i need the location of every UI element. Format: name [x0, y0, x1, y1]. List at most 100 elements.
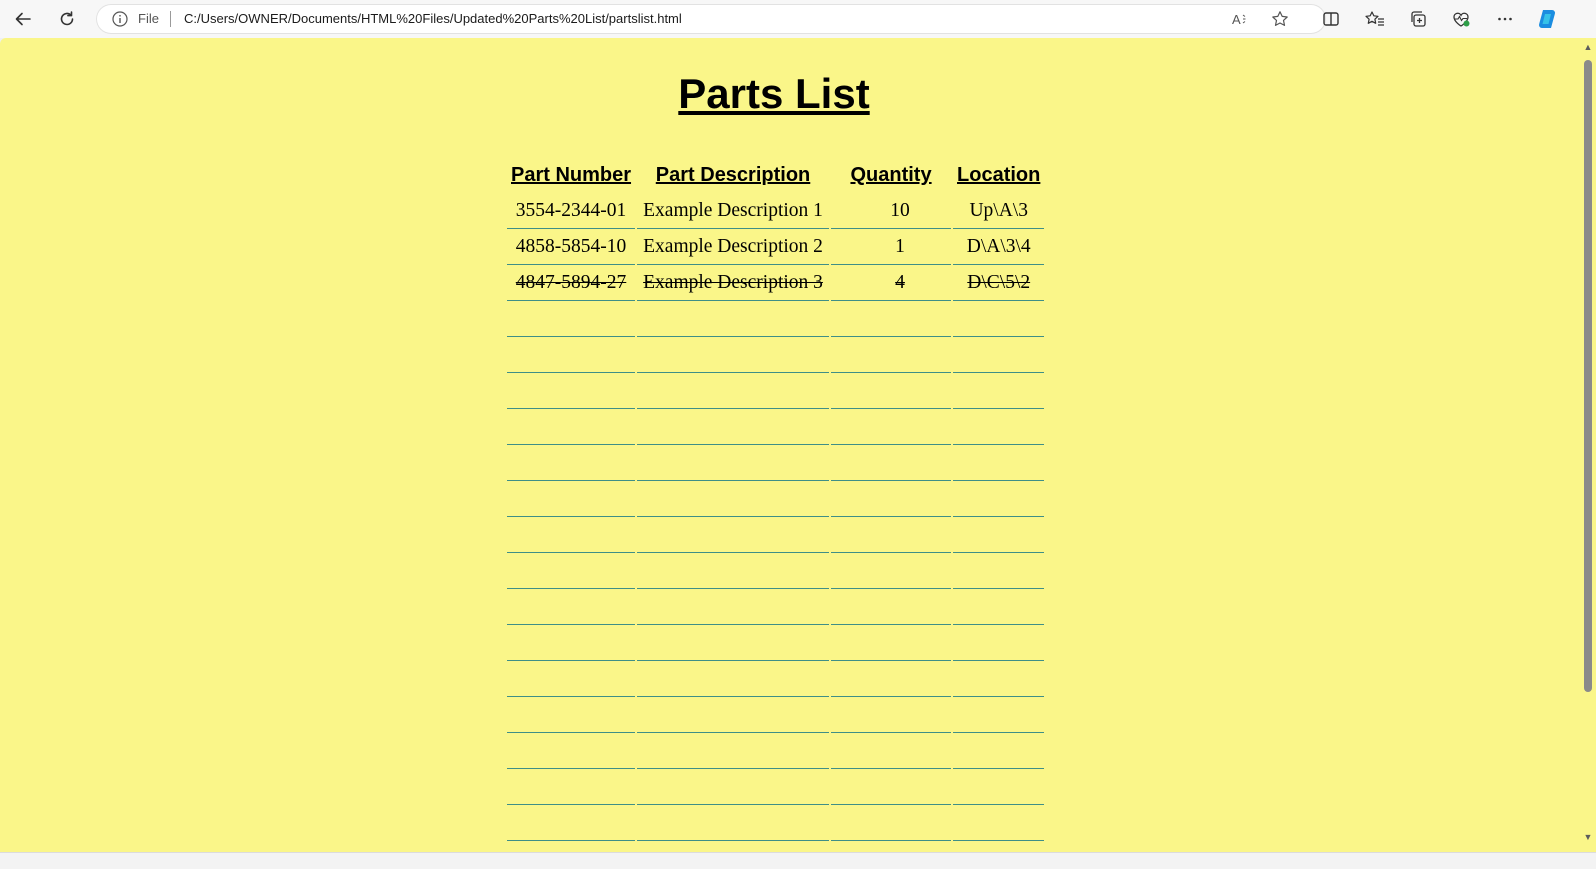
cell-description: Example Description 3	[637, 265, 830, 301]
browser-essentials-icon[interactable]	[1447, 5, 1475, 33]
cell-empty	[507, 301, 636, 337]
table-row: 4858-5854-10 Example Description 2 1 D\A…	[507, 229, 1045, 265]
cell-empty	[637, 661, 830, 697]
cell-empty	[507, 553, 636, 589]
cell-location: D\A\3\4	[953, 229, 1045, 265]
cell-empty	[953, 805, 1045, 841]
refresh-icon[interactable]	[53, 5, 81, 33]
info-icon[interactable]	[112, 11, 128, 27]
cell-empty	[637, 625, 830, 661]
svg-text:A: A	[1232, 12, 1241, 27]
read-aloud-icon[interactable]: A	[1231, 10, 1249, 28]
cell-empty	[507, 697, 636, 733]
split-screen-icon[interactable]	[1317, 5, 1345, 33]
cell-empty	[637, 589, 830, 625]
cell-empty	[831, 805, 952, 841]
browser-toolbar: File C:/Users/OWNER/Documents/HTML%20Fil…	[0, 0, 1596, 38]
table-row-empty	[507, 625, 1045, 661]
cell-empty	[953, 661, 1045, 697]
cell-empty	[953, 697, 1045, 733]
cell-empty	[831, 517, 952, 553]
cell-empty	[637, 481, 830, 517]
favorites-icon[interactable]	[1361, 5, 1389, 33]
cell-part-number: 3554-2344-01	[507, 193, 636, 229]
header-quantity: Quantity	[850, 164, 932, 186]
vertical-scrollbar[interactable]: ▲ ▼	[1580, 38, 1596, 852]
table-row-empty	[507, 445, 1045, 481]
copilot-icon[interactable]	[1533, 5, 1561, 33]
cell-empty	[507, 661, 636, 697]
cell-empty	[637, 517, 830, 553]
table-row-empty	[507, 553, 1045, 589]
table-row-empty	[507, 373, 1045, 409]
cell-empty	[507, 373, 636, 409]
scroll-down-arrow-icon[interactable]: ▼	[1583, 832, 1593, 842]
header-location: Location	[957, 164, 1041, 186]
header-part-description: Part Description	[655, 164, 811, 186]
table-row-empty	[507, 481, 1045, 517]
table-body: 3554-2344-01 Example Description 1 10 Up…	[507, 193, 1045, 841]
address-bar[interactable]: File C:/Users/OWNER/Documents/HTML%20Fil…	[96, 4, 1326, 34]
cell-empty	[953, 589, 1045, 625]
cell-empty	[953, 445, 1045, 481]
table-row-empty	[507, 733, 1045, 769]
cell-location: Up\A\3	[953, 193, 1045, 229]
cell-empty	[831, 589, 952, 625]
favorite-star-icon[interactable]	[1271, 10, 1289, 28]
cell-description: Example Description 1	[637, 193, 830, 229]
back-icon[interactable]	[9, 5, 37, 33]
collections-icon[interactable]	[1404, 5, 1432, 33]
cell-empty	[953, 373, 1045, 409]
cell-empty	[831, 553, 952, 589]
scroll-up-arrow-icon[interactable]: ▲	[1583, 42, 1593, 52]
table-row-empty	[507, 517, 1045, 553]
cell-empty	[831, 625, 952, 661]
cell-empty	[831, 769, 952, 805]
cell-quantity: 4	[831, 265, 952, 301]
cell-location: D\C\5\2	[953, 265, 1045, 301]
cell-empty	[507, 769, 636, 805]
page-title: Parts List	[678, 70, 870, 117]
cell-empty	[831, 733, 952, 769]
address-url[interactable]: C:/Users/OWNER/Documents/HTML%20Files/Up…	[184, 11, 682, 26]
cell-empty	[953, 769, 1045, 805]
cell-empty	[637, 445, 830, 481]
table-header-row: Part Number Part Description Quantity Lo…	[507, 158, 1044, 193]
address-separator	[170, 11, 171, 27]
cell-empty	[507, 409, 636, 445]
header-part-number: Part Number	[511, 164, 632, 186]
cell-empty	[953, 301, 1045, 337]
cell-part-number: 4847-5894-27	[507, 265, 636, 301]
page-viewport: Parts List Part Number Part Description …	[0, 38, 1580, 852]
table-row-empty	[507, 589, 1045, 625]
address-scheme-label: File	[138, 11, 159, 26]
cell-empty	[637, 805, 830, 841]
cell-empty	[637, 301, 830, 337]
cell-empty	[831, 481, 952, 517]
cell-empty	[953, 481, 1045, 517]
cell-empty	[637, 409, 830, 445]
cell-empty	[637, 697, 830, 733]
more-icon[interactable]	[1491, 5, 1519, 33]
cell-empty	[953, 733, 1045, 769]
cell-empty	[637, 553, 830, 589]
cell-empty	[831, 337, 952, 373]
cell-empty	[507, 445, 636, 481]
cell-empty	[507, 337, 636, 373]
cell-empty	[637, 769, 830, 805]
cell-empty	[831, 301, 952, 337]
cell-empty	[507, 481, 636, 517]
cell-empty	[953, 517, 1045, 553]
scroll-thumb[interactable]	[1584, 60, 1592, 692]
cell-description: Example Description 2	[637, 229, 830, 265]
cell-empty	[953, 409, 1045, 445]
cell-empty	[831, 661, 952, 697]
table-row-completed: 4847-5894-27 Example Description 3 4 D\C…	[507, 265, 1045, 301]
table-row-empty	[507, 661, 1045, 697]
table-row-empty	[507, 697, 1045, 733]
cell-empty	[507, 589, 636, 625]
cell-empty	[507, 805, 636, 841]
cell-empty	[831, 445, 952, 481]
cell-empty	[953, 337, 1045, 373]
window-bottom-edge	[0, 852, 1596, 869]
